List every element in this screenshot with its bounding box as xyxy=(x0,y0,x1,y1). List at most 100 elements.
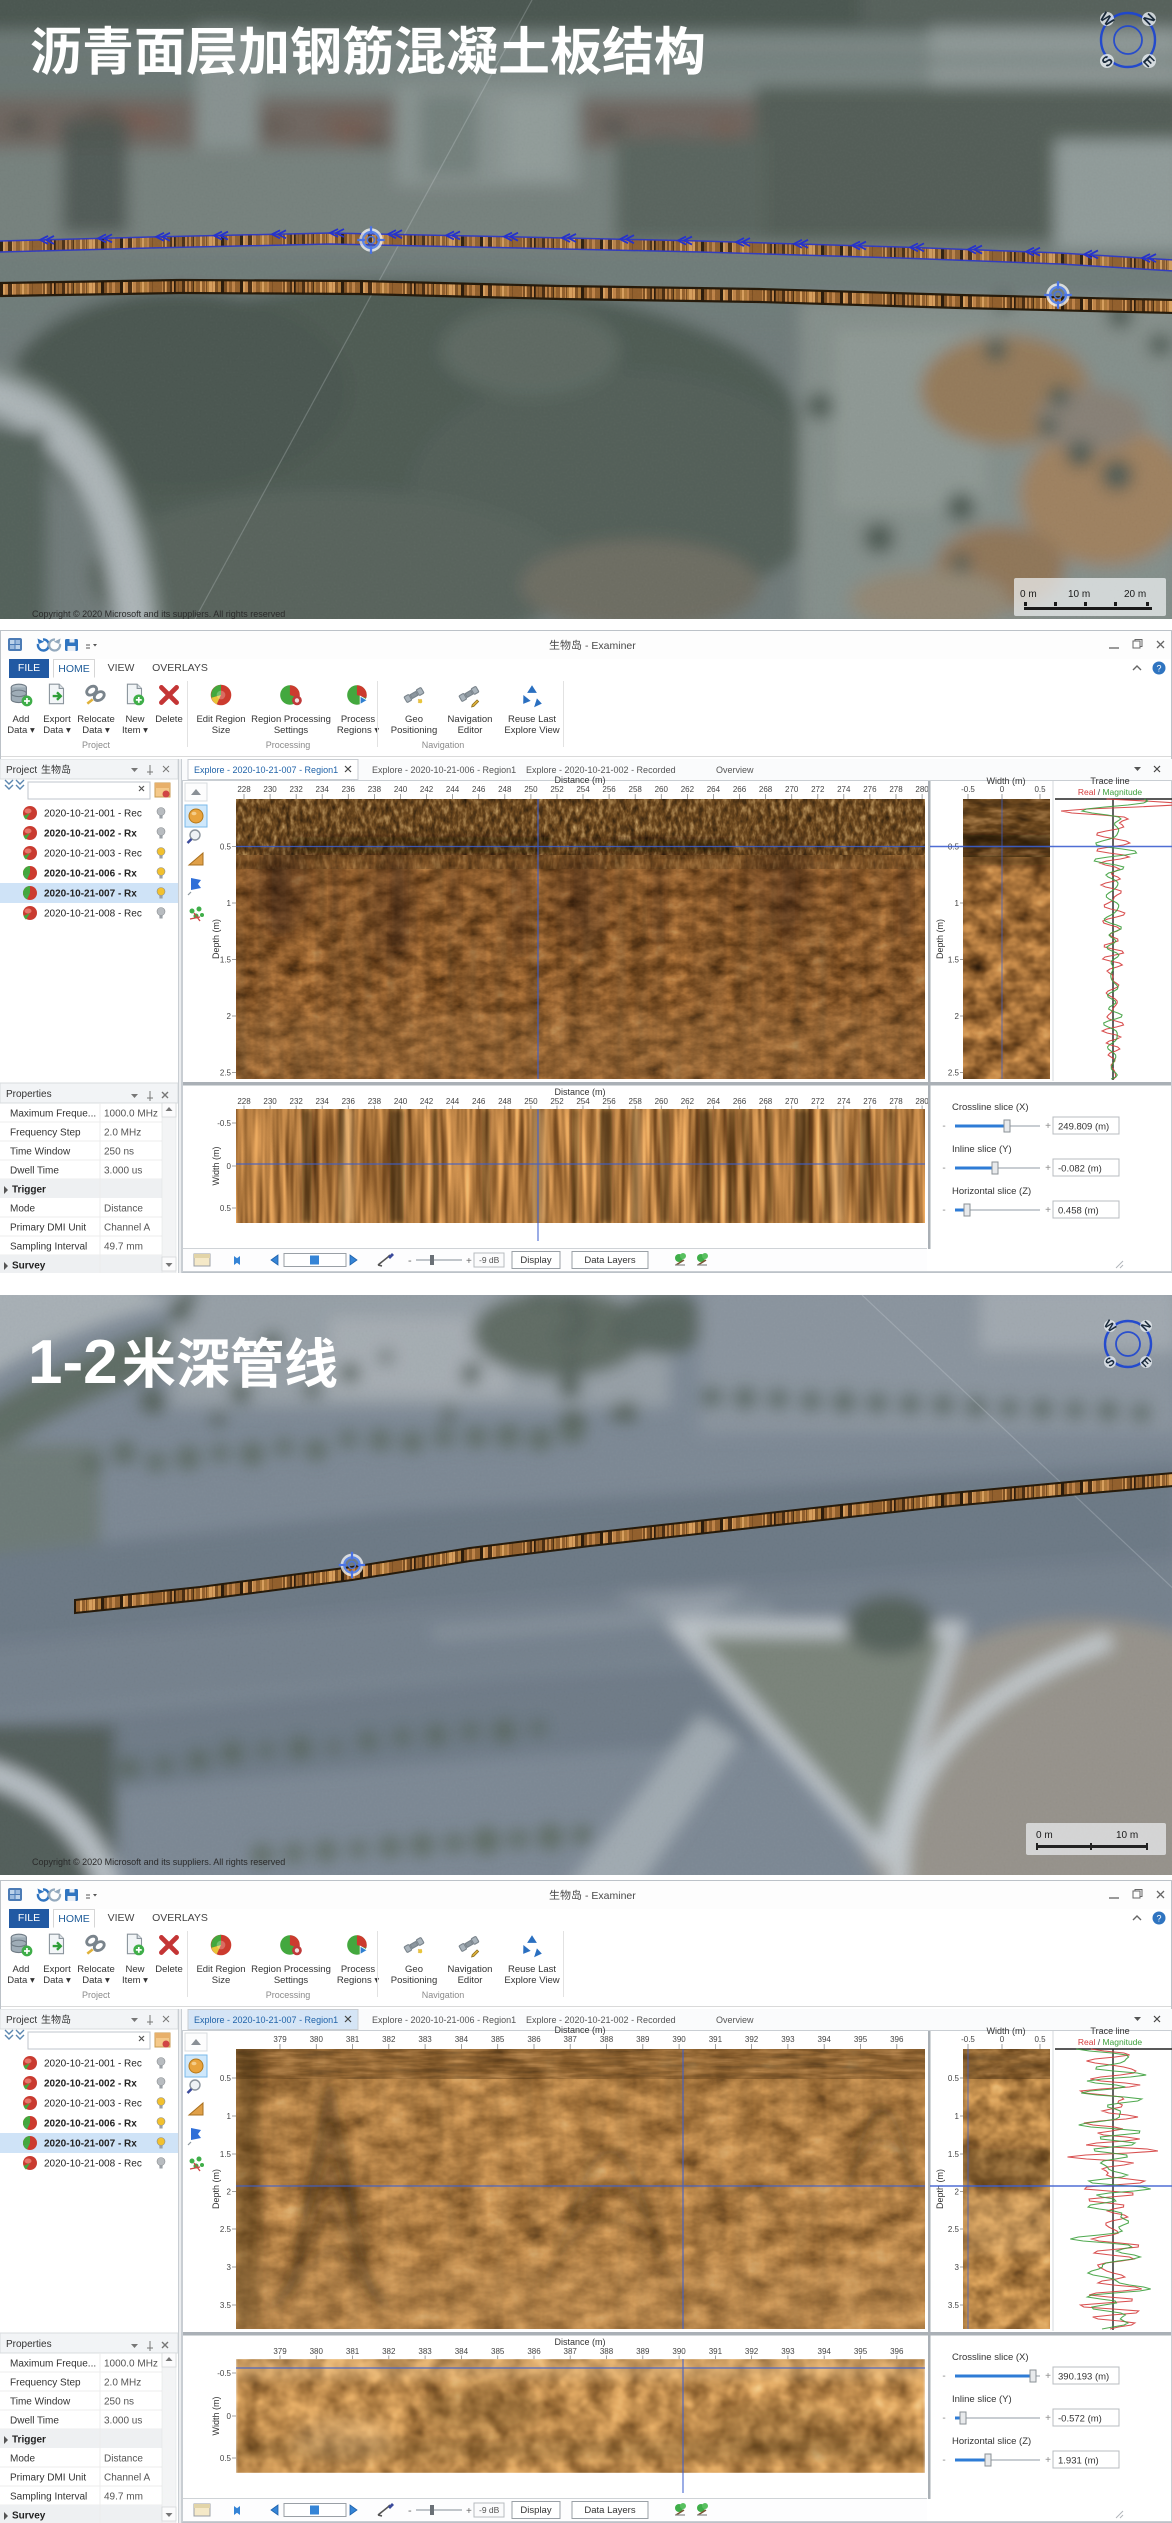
svg-text:1.5: 1.5 xyxy=(948,956,960,965)
svg-text:Depth (m): Depth (m) xyxy=(211,2169,221,2209)
svg-text:3.000 us: 3.000 us xyxy=(104,2416,142,2427)
svg-text:Copyright © 2020 Microsoft and: Copyright © 2020 Microsoft and its suppl… xyxy=(32,1857,285,1867)
svg-text:392: 392 xyxy=(745,2347,759,2356)
svg-text:394: 394 xyxy=(818,2347,832,2356)
svg-text:2: 2 xyxy=(227,2188,232,2197)
svg-text:0.5: 0.5 xyxy=(220,843,232,852)
svg-text:244: 244 xyxy=(446,785,460,794)
svg-text:276: 276 xyxy=(863,1097,877,1106)
svg-text:0.5: 0.5 xyxy=(220,2074,232,2083)
svg-text:Explore - 2020-10-21-002 - Rec: Explore - 2020-10-21-002 - Recorded xyxy=(526,2015,676,2025)
svg-text:Horizontal slice (Z): Horizontal slice (Z) xyxy=(952,1186,1031,1197)
svg-text:2020-10-21-002 - Rx: 2020-10-21-002 - Rx xyxy=(44,829,137,840)
svg-text:1.5: 1.5 xyxy=(220,2150,232,2159)
svg-text:379: 379 xyxy=(273,2347,287,2356)
svg-text:+: + xyxy=(466,2506,472,2517)
svg-text:234: 234 xyxy=(316,785,330,794)
svg-text:1-2: 1-2 xyxy=(28,1328,118,1397)
svg-text:240: 240 xyxy=(394,785,408,794)
svg-text:?: ? xyxy=(1156,1914,1161,1924)
svg-text:2020-10-21-002 - Rx: 2020-10-21-002 - Rx xyxy=(44,2079,137,2090)
svg-text:386: 386 xyxy=(527,2347,541,2356)
svg-text:2.5: 2.5 xyxy=(948,1069,960,1078)
svg-text:- Examiner: - Examiner xyxy=(585,640,636,652)
svg-text:10 m: 10 m xyxy=(1116,1830,1138,1841)
svg-text:389: 389 xyxy=(636,2347,650,2356)
svg-text:274: 274 xyxy=(837,1097,851,1106)
svg-text:379: 379 xyxy=(273,2035,287,2044)
svg-text:Dwell Time: Dwell Time xyxy=(10,2416,59,2427)
svg-text:250: 250 xyxy=(524,785,538,794)
svg-text:Sampling Interval: Sampling Interval xyxy=(10,1242,87,1253)
svg-text:Inline slice (Y): Inline slice (Y) xyxy=(952,2394,1012,2405)
svg-text:Time Window: Time Window xyxy=(10,1147,71,1158)
svg-text:-0.5: -0.5 xyxy=(217,2369,231,2378)
svg-text:1000.0 MHz: 1000.0 MHz xyxy=(104,2359,158,2370)
svg-text:0: 0 xyxy=(1000,2035,1005,2044)
svg-text:Trace line: Trace line xyxy=(1090,2026,1129,2036)
svg-text:Maximum Freque...: Maximum Freque... xyxy=(10,2359,96,2370)
svg-text:Maximum Freque...: Maximum Freque... xyxy=(10,1109,96,1120)
svg-text:-: - xyxy=(942,2371,945,2382)
svg-text:2020-10-21-003 - Rec: 2020-10-21-003 - Rec xyxy=(44,849,142,860)
svg-text:380: 380 xyxy=(310,2347,324,2356)
svg-text:280: 280 xyxy=(915,1097,929,1106)
svg-text:260: 260 xyxy=(655,785,669,794)
svg-text:248: 248 xyxy=(498,1097,512,1106)
svg-text:2020-10-21-001 - Rec: 2020-10-21-001 - Rec xyxy=(44,2059,142,2070)
svg-text:Distance (m): Distance (m) xyxy=(554,775,605,785)
svg-text:0.5: 0.5 xyxy=(220,2454,232,2463)
svg-text:Channel A: Channel A xyxy=(104,2473,150,2484)
svg-text:0.5: 0.5 xyxy=(220,1204,232,1213)
svg-text:382: 382 xyxy=(382,2347,396,2356)
svg-text:Explore - 2020-10-21-006 - Reg: Explore - 2020-10-21-006 - Region1 xyxy=(372,765,516,775)
svg-text:-: - xyxy=(408,1255,412,1267)
svg-text:278: 278 xyxy=(889,1097,903,1106)
svg-text:228: 228 xyxy=(237,785,251,794)
svg-text:Width (m): Width (m) xyxy=(211,1147,221,1186)
svg-text:-9 dB: -9 dB xyxy=(479,1255,500,1265)
svg-text:396: 396 xyxy=(890,2347,904,2356)
svg-text:260: 260 xyxy=(655,1097,669,1106)
svg-text:385: 385 xyxy=(491,2035,505,2044)
svg-text:246: 246 xyxy=(472,1097,486,1106)
svg-text:274: 274 xyxy=(837,785,851,794)
svg-text:Mode: Mode xyxy=(10,1204,35,1215)
svg-text:Data Layers: Data Layers xyxy=(584,2505,635,2516)
svg-text:Sampling Interval: Sampling Interval xyxy=(10,2492,87,2503)
svg-text:242: 242 xyxy=(420,785,434,794)
svg-text:-: - xyxy=(942,2455,945,2466)
svg-text:Explore - 2020-10-21-006 - Reg: Explore - 2020-10-21-006 - Region1 xyxy=(372,2015,516,2025)
svg-text:390: 390 xyxy=(672,2347,686,2356)
svg-text:Distance (m): Distance (m) xyxy=(554,1087,605,1097)
svg-text:2.5: 2.5 xyxy=(948,2225,960,2234)
svg-text:Trigger: Trigger xyxy=(12,1185,46,1196)
svg-text:Properties: Properties xyxy=(6,2339,52,2350)
svg-text:262: 262 xyxy=(681,785,695,794)
svg-text:383: 383 xyxy=(418,2035,432,2044)
svg-text:-: - xyxy=(942,1121,945,1132)
svg-text:-: - xyxy=(942,2413,945,2424)
svg-text:2.5: 2.5 xyxy=(220,1069,232,1078)
svg-text:387: 387 xyxy=(564,2347,578,2356)
svg-text:Crossline slice (X): Crossline slice (X) xyxy=(952,1102,1029,1113)
svg-text:383: 383 xyxy=(418,2347,432,2356)
svg-text:2.5: 2.5 xyxy=(220,2225,232,2234)
svg-text:Frequency Step: Frequency Step xyxy=(10,2378,81,2389)
svg-text:2020-10-21-001 - Rec: 2020-10-21-001 - Rec xyxy=(44,809,142,820)
svg-text:Trigger: Trigger xyxy=(12,2435,46,2446)
svg-text:248: 248 xyxy=(498,785,512,794)
svg-text:1.5: 1.5 xyxy=(948,2150,960,2159)
svg-text:Real / Magnitude: Real / Magnitude xyxy=(1078,2037,1143,2047)
svg-text:266: 266 xyxy=(733,1097,747,1106)
svg-text:Depth (m): Depth (m) xyxy=(935,2169,945,2209)
svg-text:1: 1 xyxy=(227,899,232,908)
svg-text:1: 1 xyxy=(955,2112,960,2121)
svg-text:Frequency Step: Frequency Step xyxy=(10,1128,81,1139)
svg-text:238: 238 xyxy=(368,1097,382,1106)
svg-text:49.7 mm: 49.7 mm xyxy=(104,2492,143,2503)
svg-text:2.0 MHz: 2.0 MHz xyxy=(104,2378,141,2389)
svg-text:0.5: 0.5 xyxy=(1034,2035,1046,2044)
svg-text:276: 276 xyxy=(863,785,877,794)
svg-text:Distance (m): Distance (m) xyxy=(554,2337,605,2347)
